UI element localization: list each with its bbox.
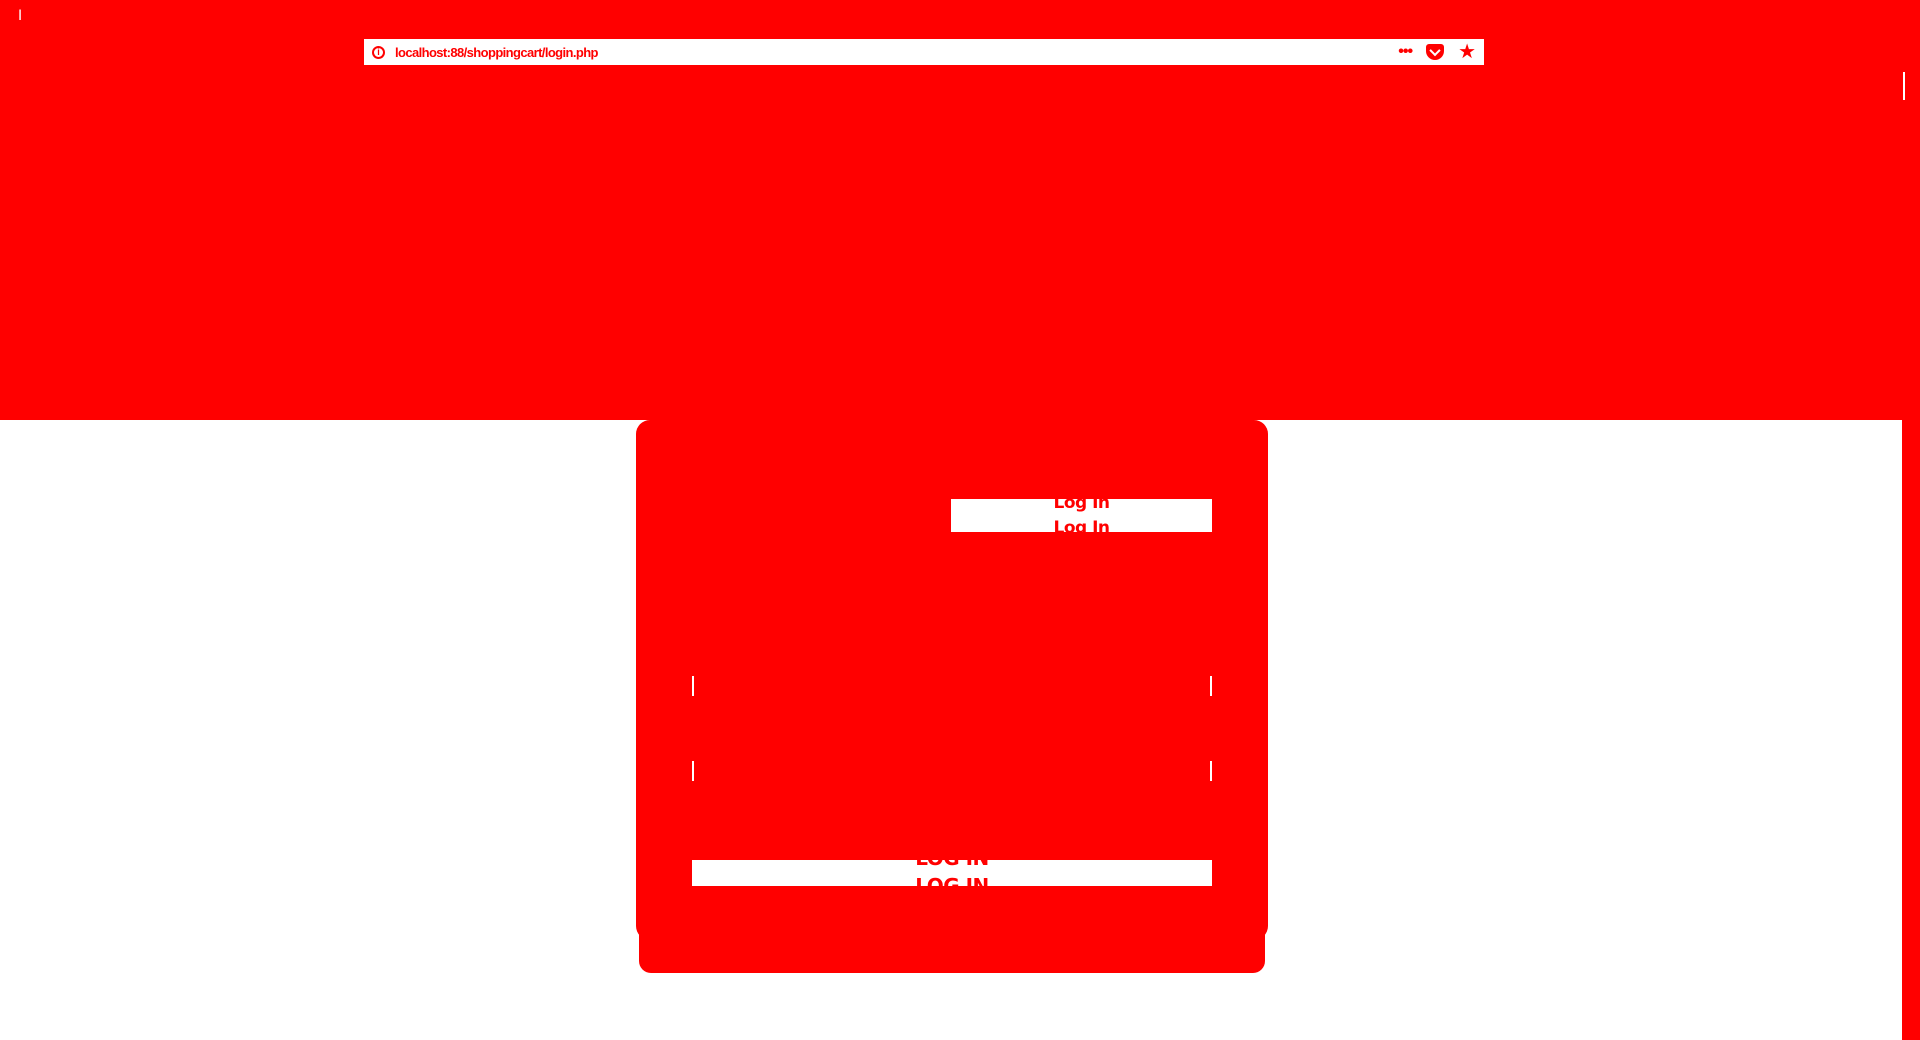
tab-login-label: Log In: [1053, 493, 1110, 513]
tab-login-label-echo: Log In: [1053, 518, 1110, 538]
site-info-icon[interactable]: i: [372, 45, 385, 59]
login-submit-button[interactable]: LOG IN LOG IN: [692, 846, 1212, 898]
login-page: I i localhost:88/shoppingcart/login.php …: [0, 0, 1920, 1040]
scrollbar-thumb[interactable]: [1903, 72, 1905, 100]
scrollbar-track[interactable]: [1902, 420, 1920, 1040]
star-icon[interactable]: ★: [1458, 42, 1476, 62]
password-field[interactable]: [692, 761, 1212, 781]
login-submit-label-echo: LOG IN: [915, 874, 989, 898]
username-input[interactable]: [694, 676, 1210, 696]
pocket-icon[interactable]: [1426, 44, 1445, 60]
url-text[interactable]: localhost:88/shoppingcart/login.php: [395, 45, 1398, 60]
tab-login[interactable]: Log In Log In: [951, 493, 1212, 538]
more-dots-icon[interactable]: •••: [1398, 44, 1413, 60]
password-input[interactable]: [694, 761, 1210, 781]
login-submit-label: LOG IN: [915, 846, 989, 870]
address-bar[interactable]: i localhost:88/shoppingcart/login.php ••…: [364, 39, 1484, 65]
cursor-glyph: I: [18, 8, 23, 24]
url-actions: ••• ★: [1398, 42, 1476, 62]
login-card-footer: [639, 925, 1265, 973]
username-field[interactable]: [692, 676, 1212, 696]
hero-banner: I i localhost:88/shoppingcart/login.php …: [0, 0, 1920, 420]
